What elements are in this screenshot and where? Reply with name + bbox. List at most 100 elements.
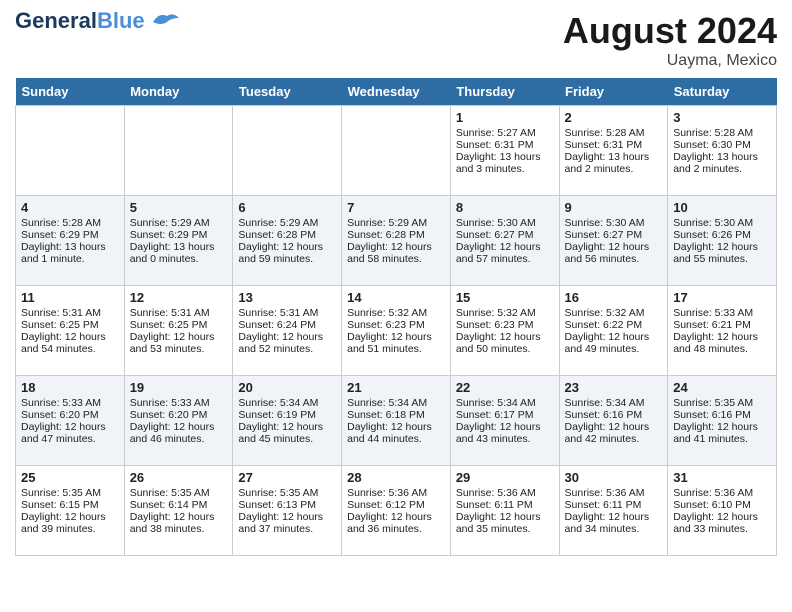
day-number: 24	[673, 380, 771, 395]
day-number: 21	[347, 380, 445, 395]
weekday-header-monday: Monday	[124, 78, 233, 106]
day-detail: Sunset: 6:10 PM	[673, 499, 771, 511]
day-detail: Daylight: 13 hours	[456, 151, 554, 163]
day-detail: and 47 minutes.	[21, 433, 119, 445]
calendar-cell: 2Sunrise: 5:28 AMSunset: 6:31 PMDaylight…	[559, 106, 668, 196]
day-detail: and 57 minutes.	[456, 253, 554, 265]
day-number: 30	[565, 470, 663, 485]
calendar-cell: 14Sunrise: 5:32 AMSunset: 6:23 PMDayligh…	[342, 286, 451, 376]
day-number: 14	[347, 290, 445, 305]
weekday-header-tuesday: Tuesday	[233, 78, 342, 106]
day-detail: Daylight: 12 hours	[238, 331, 336, 343]
day-detail: and 49 minutes.	[565, 343, 663, 355]
day-number: 26	[130, 470, 228, 485]
day-detail: Sunset: 6:11 PM	[565, 499, 663, 511]
logo-bird-icon	[149, 10, 181, 32]
day-detail: and 56 minutes.	[565, 253, 663, 265]
day-detail: Daylight: 12 hours	[456, 421, 554, 433]
day-detail: Daylight: 12 hours	[238, 511, 336, 523]
logo-blue: Blue	[97, 8, 145, 33]
weekday-header-friday: Friday	[559, 78, 668, 106]
day-detail: Daylight: 12 hours	[130, 331, 228, 343]
day-number: 6	[238, 200, 336, 215]
calendar-week-1: 1Sunrise: 5:27 AMSunset: 6:31 PMDaylight…	[16, 106, 777, 196]
weekday-header-sunday: Sunday	[16, 78, 125, 106]
day-detail: Sunset: 6:26 PM	[673, 229, 771, 241]
day-number: 17	[673, 290, 771, 305]
day-detail: Daylight: 13 hours	[673, 151, 771, 163]
day-detail: Daylight: 12 hours	[673, 241, 771, 253]
day-number: 28	[347, 470, 445, 485]
day-detail: Sunrise: 5:35 AM	[238, 487, 336, 499]
day-detail: Sunset: 6:18 PM	[347, 409, 445, 421]
calendar-cell: 30Sunrise: 5:36 AMSunset: 6:11 PMDayligh…	[559, 466, 668, 556]
day-detail: Sunrise: 5:29 AM	[347, 217, 445, 229]
day-detail: and 55 minutes.	[673, 253, 771, 265]
day-detail: Daylight: 13 hours	[565, 151, 663, 163]
day-detail: Daylight: 12 hours	[238, 421, 336, 433]
day-detail: Sunset: 6:14 PM	[130, 499, 228, 511]
weekday-header-thursday: Thursday	[450, 78, 559, 106]
calendar-cell: 11Sunrise: 5:31 AMSunset: 6:25 PMDayligh…	[16, 286, 125, 376]
calendar-cell: 10Sunrise: 5:30 AMSunset: 6:26 PMDayligh…	[668, 196, 777, 286]
day-detail: Daylight: 12 hours	[21, 511, 119, 523]
day-detail: and 2 minutes.	[673, 163, 771, 175]
day-number: 22	[456, 380, 554, 395]
calendar-cell: 31Sunrise: 5:36 AMSunset: 6:10 PMDayligh…	[668, 466, 777, 556]
day-detail: Sunrise: 5:35 AM	[130, 487, 228, 499]
day-detail: Sunset: 6:16 PM	[673, 409, 771, 421]
calendar-cell: 27Sunrise: 5:35 AMSunset: 6:13 PMDayligh…	[233, 466, 342, 556]
day-detail: Sunset: 6:23 PM	[456, 319, 554, 331]
day-detail: Daylight: 12 hours	[21, 421, 119, 433]
day-detail: Daylight: 13 hours	[130, 241, 228, 253]
day-detail: Daylight: 13 hours	[21, 241, 119, 253]
day-detail: Daylight: 12 hours	[673, 331, 771, 343]
day-detail: Sunrise: 5:33 AM	[673, 307, 771, 319]
day-detail: Sunrise: 5:34 AM	[238, 397, 336, 409]
day-detail: Sunrise: 5:34 AM	[456, 397, 554, 409]
day-detail: and 53 minutes.	[130, 343, 228, 355]
day-detail: Daylight: 12 hours	[673, 511, 771, 523]
calendar-cell: 4Sunrise: 5:28 AMSunset: 6:29 PMDaylight…	[16, 196, 125, 286]
day-detail: Sunset: 6:15 PM	[21, 499, 119, 511]
calendar-cell: 9Sunrise: 5:30 AMSunset: 6:27 PMDaylight…	[559, 196, 668, 286]
calendar-cell: 24Sunrise: 5:35 AMSunset: 6:16 PMDayligh…	[668, 376, 777, 466]
day-detail: and 39 minutes.	[21, 523, 119, 535]
day-detail: Sunset: 6:29 PM	[21, 229, 119, 241]
calendar-cell: 21Sunrise: 5:34 AMSunset: 6:18 PMDayligh…	[342, 376, 451, 466]
day-detail: and 37 minutes.	[238, 523, 336, 535]
day-detail: Sunset: 6:31 PM	[565, 139, 663, 151]
day-detail: and 45 minutes.	[238, 433, 336, 445]
page-header: GeneralBlue August 2024 Uayma, Mexico	[15, 10, 777, 70]
calendar-cell: 29Sunrise: 5:36 AMSunset: 6:11 PMDayligh…	[450, 466, 559, 556]
day-detail: and 34 minutes.	[565, 523, 663, 535]
calendar-cell: 19Sunrise: 5:33 AMSunset: 6:20 PMDayligh…	[124, 376, 233, 466]
calendar-cell: 22Sunrise: 5:34 AMSunset: 6:17 PMDayligh…	[450, 376, 559, 466]
day-detail: Sunset: 6:27 PM	[565, 229, 663, 241]
day-detail: Sunrise: 5:32 AM	[565, 307, 663, 319]
day-detail: Sunrise: 5:30 AM	[673, 217, 771, 229]
calendar-cell: 5Sunrise: 5:29 AMSunset: 6:29 PMDaylight…	[124, 196, 233, 286]
day-detail: Sunset: 6:11 PM	[456, 499, 554, 511]
calendar-cell: 12Sunrise: 5:31 AMSunset: 6:25 PMDayligh…	[124, 286, 233, 376]
day-detail: Sunrise: 5:32 AM	[347, 307, 445, 319]
day-number: 3	[673, 110, 771, 125]
day-number: 11	[21, 290, 119, 305]
day-detail: and 2 minutes.	[565, 163, 663, 175]
calendar-cell: 16Sunrise: 5:32 AMSunset: 6:22 PMDayligh…	[559, 286, 668, 376]
day-detail: Daylight: 12 hours	[130, 511, 228, 523]
calendar-cell: 6Sunrise: 5:29 AMSunset: 6:28 PMDaylight…	[233, 196, 342, 286]
day-detail: and 58 minutes.	[347, 253, 445, 265]
month-year-title: August 2024	[563, 10, 777, 52]
day-detail: Daylight: 12 hours	[565, 331, 663, 343]
day-detail: and 46 minutes.	[130, 433, 228, 445]
day-detail: and 43 minutes.	[456, 433, 554, 445]
day-detail: and 3 minutes.	[456, 163, 554, 175]
day-detail: and 48 minutes.	[673, 343, 771, 355]
day-detail: Sunset: 6:31 PM	[456, 139, 554, 151]
day-detail: Daylight: 12 hours	[238, 241, 336, 253]
day-number: 23	[565, 380, 663, 395]
day-detail: and 44 minutes.	[347, 433, 445, 445]
day-detail: Sunrise: 5:33 AM	[130, 397, 228, 409]
day-detail: and 35 minutes.	[456, 523, 554, 535]
